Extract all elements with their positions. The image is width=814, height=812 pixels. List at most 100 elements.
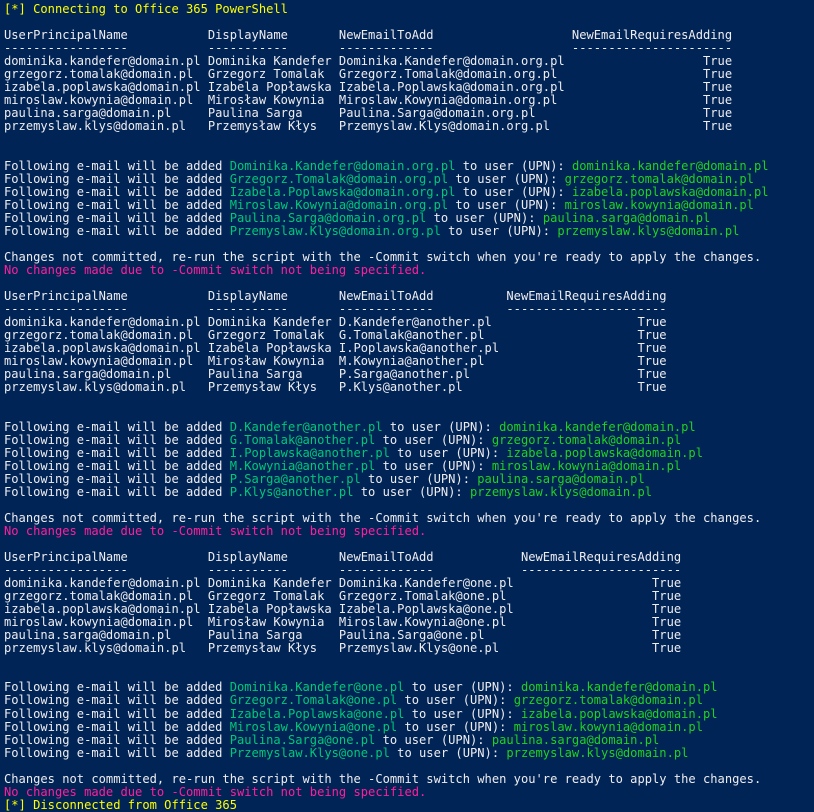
new-email-address: P.Sarga@another.pl <box>230 472 361 486</box>
table-row-text: izabela.poplawska@domain.pl Izabela Popł… <box>4 80 732 94</box>
following-infix-text: to user (UPN): <box>455 185 572 199</box>
following-prefix-text: Following e-mail will be added <box>4 433 230 447</box>
new-email-address: D.Kandefer@another.pl <box>230 420 383 434</box>
following-infix-text: to user (UPN): <box>448 172 565 186</box>
following-prefix-text: Following e-mail will be added <box>4 746 230 760</box>
table-row-text: dominika.kandefer@domain.pl Dominika Kan… <box>4 576 681 590</box>
table-row-text: dominika.kandefer@domain.pl Dominika Kan… <box>4 315 667 329</box>
upn-email-address: miroslaw.kowynia@domain.pl <box>565 198 754 212</box>
following-prefix-text: Following e-mail will be added <box>4 485 230 499</box>
following-infix-text: to user (UPN): <box>426 211 543 225</box>
changes-not-committed-text: Changes not committed, re-run the script… <box>4 250 761 264</box>
upn-email-address: dominika.kandefer@domain.pl <box>499 420 696 434</box>
console-text <box>4 237 11 251</box>
following-infix-text: to user (UPN): <box>404 680 521 694</box>
changes-not-committed-text: Changes not committed, re-run the script… <box>4 772 761 786</box>
upn-email-address: miroslaw.kowynia@domain.pl <box>492 459 681 473</box>
following-infix-text: to user (UPN): <box>455 159 572 173</box>
following-infix-text: to user (UPN): <box>383 420 500 434</box>
upn-email-address: grzegorz.tomalak@domain.pl <box>565 172 754 186</box>
new-email-address: Dominika.Kandefer@domain.org.pl <box>230 159 456 173</box>
status-text: [*] Connecting to Office 365 PowerShell <box>4 2 288 16</box>
upn-email-address: przemyslaw.klys@domain.pl <box>557 224 739 238</box>
following-infix-text: to user (UPN): <box>375 733 492 747</box>
following-email-line: Following e-mail will be added Przemysla… <box>4 225 814 238</box>
powershell-console-window[interactable]: [*] Connecting to Office 365 PowerShell … <box>0 0 814 812</box>
upn-email-address: izabela.poplawska@domain.pl <box>506 446 703 460</box>
upn-email-address: przemyslaw.klys@domain.pl <box>506 746 688 760</box>
upn-email-address: izabela.poplawska@domain.pl <box>521 707 718 721</box>
console-text <box>4 276 11 290</box>
new-email-address: Izabela.Poplawska@domain.org.pl <box>230 185 456 199</box>
following-email-line: Following e-mail will be added Przemysla… <box>4 747 814 760</box>
following-infix-text: to user (UPN): <box>441 224 558 238</box>
table-row-text: paulina.sarga@domain.pl Paulina Sarga Pa… <box>4 628 681 642</box>
console-text <box>4 498 11 512</box>
table-row-text: miroslaw.kowynia@domain.pl Mirosław Kowy… <box>4 354 667 368</box>
table-row-text: miroslaw.kowynia@domain.pl Mirosław Kowy… <box>4 615 681 629</box>
no-changes-made-text: No changes made due to -Commit switch no… <box>4 524 426 538</box>
table-row-text: grzegorz.tomalak@domain.pl Grzegorz Toma… <box>4 328 667 342</box>
upn-email-address: dominika.kandefer@domain.pl <box>572 159 769 173</box>
following-prefix-text: Following e-mail will be added <box>4 198 230 212</box>
console-text <box>4 132 11 146</box>
table-row-text: dominika.kandefer@domain.pl Dominika Kan… <box>4 54 732 68</box>
new-email-address: Przemyslaw.Klys@one.pl <box>230 746 390 760</box>
following-infix-text: to user (UPN): <box>397 693 514 707</box>
console-text <box>4 146 11 160</box>
no-changes-made-text: No changes made due to -Commit switch no… <box>4 785 426 799</box>
following-prefix-text: Following e-mail will be added <box>4 693 230 707</box>
table-underline-text: ----------------- ----------- ----------… <box>4 563 681 577</box>
following-infix-text: to user (UPN): <box>390 746 507 760</box>
upn-email-address: paulina.sarga@domain.pl <box>543 211 710 225</box>
following-prefix-text: Following e-mail will be added <box>4 420 230 434</box>
new-email-address: P.Klys@another.pl <box>230 485 354 499</box>
table-row-text: grzegorz.tomalak@domain.pl Grzegorz Toma… <box>4 67 732 81</box>
upn-email-address: miroslaw.kowynia@domain.pl <box>514 720 703 734</box>
following-infix-text: to user (UPN): <box>375 459 492 473</box>
no-changes-made-text: No changes made due to -Commit switch no… <box>4 263 426 277</box>
blank-line <box>4 655 814 668</box>
table-row-text: miroslaw.kowynia@domain.pl Mirosław Kowy… <box>4 93 732 107</box>
console-text <box>4 15 11 29</box>
console-text <box>4 654 11 668</box>
new-email-address: M.Kowynia@another.pl <box>230 459 376 473</box>
new-email-address: Izabela.Poplawska@one.pl <box>230 707 405 721</box>
table-row-text: paulina.sarga@domain.pl Paulina Sarga P.… <box>4 367 667 381</box>
table-underline-text: ----------------- ----------- ----------… <box>4 302 667 316</box>
new-email-address: Paulina.Sarga@domain.org.pl <box>230 211 427 225</box>
new-email-address: Grzegorz.Tomalak@one.pl <box>230 693 397 707</box>
table-row-text: paulina.sarga@domain.pl Paulina Sarga Pa… <box>4 106 732 120</box>
following-prefix-text: Following e-mail will be added <box>4 172 230 186</box>
upn-email-address: grzegorz.tomalak@domain.pl <box>492 433 681 447</box>
following-infix-text: to user (UPN): <box>375 433 492 447</box>
new-email-address: Paulina.Sarga@one.pl <box>230 733 376 747</box>
new-email-address: Miroslaw.Kowynia@one.pl <box>230 720 397 734</box>
table-row-text: przemyslaw.klys@domain.pl Przemysław Kły… <box>4 641 681 655</box>
new-email-address: Przemyslaw.Klys@domain.org.pl <box>230 224 441 238</box>
console-text <box>4 406 11 420</box>
following-prefix-text: Following e-mail will be added <box>4 159 230 173</box>
upn-email-address: paulina.sarga@domain.pl <box>492 733 659 747</box>
table-row: przemyslaw.klys@domain.pl Przemysław Kły… <box>4 642 814 655</box>
following-prefix-text: Following e-mail will be added <box>4 211 230 225</box>
no-changes-made-message: No changes made due to -Commit switch no… <box>4 525 814 538</box>
following-prefix-text: Following e-mail will be added <box>4 446 230 460</box>
following-infix-text: to user (UPN): <box>397 720 514 734</box>
following-prefix-text: Following e-mail will be added <box>4 472 230 486</box>
following-infix-text: to user (UPN): <box>361 472 478 486</box>
status-line-connecting: [*] Connecting to Office 365 PowerShell <box>4 3 814 16</box>
following-prefix-text: Following e-mail will be added <box>4 720 230 734</box>
following-prefix-text: Following e-mail will be added <box>4 707 230 721</box>
following-prefix-text: Following e-mail will be added <box>4 459 230 473</box>
following-prefix-text: Following e-mail will be added <box>4 185 230 199</box>
new-email-address: G.Tomalak@another.pl <box>230 433 376 447</box>
new-email-address: Grzegorz.Tomalak@domain.org.pl <box>230 172 448 186</box>
upn-email-address: dominika.kandefer@domain.pl <box>521 680 718 694</box>
following-prefix-text: Following e-mail will be added <box>4 733 230 747</box>
changes-not-committed-text: Changes not committed, re-run the script… <box>4 511 761 525</box>
table-row: przemyslaw.klys@domain.pl Przemysław Kły… <box>4 381 814 394</box>
table-row-text: grzegorz.tomalak@domain.pl Grzegorz Toma… <box>4 589 681 603</box>
blank-line <box>4 133 814 146</box>
new-email-address: Miroslaw.Kowynia@domain.org.pl <box>230 198 448 212</box>
